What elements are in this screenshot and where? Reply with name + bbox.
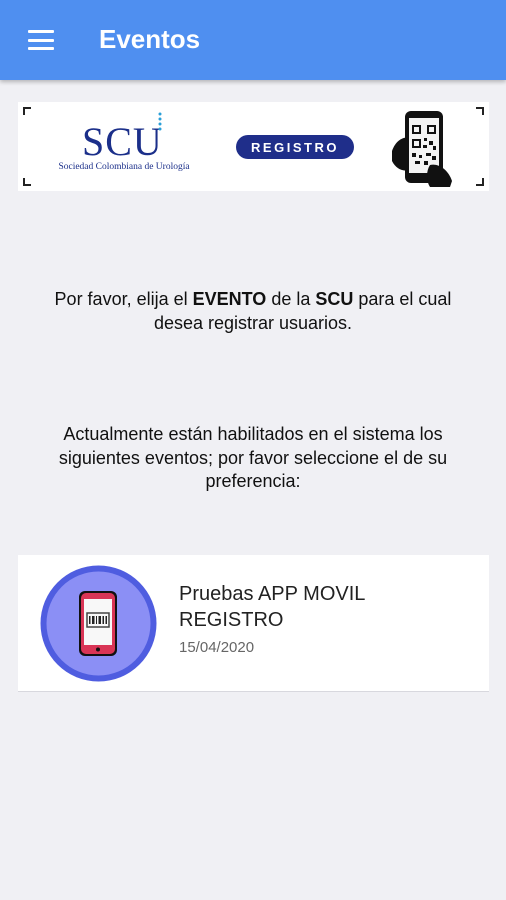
event-list-item[interactable]: Pruebas APP MOVIL REGISTRO 15/04/2020 [18,555,489,692]
info-message: Actualmente están habilitados en el sist… [58,424,448,491]
app-bar: Eventos [0,0,506,80]
scu-emphasis: SCU [315,289,354,309]
page-title: Eventos [99,24,201,54]
logo-dots-icon [158,112,162,131]
evento-emphasis: EVENTO [192,289,267,309]
intro-message: Por favor, elija el EVENTO de la SCU par… [54,289,452,333]
scu-logo-subtitle: Sociedad Colombiana de Urología [58,162,190,172]
scan-corner-icon [23,107,31,115]
scan-corner-icon [23,178,31,186]
scan-corner-icon [476,107,484,115]
event-date: 15/04/2020 [179,639,255,656]
scu-logo: SCU [82,119,163,164]
registro-badge: REGISTRO [236,135,354,159]
phone-qr-icon [392,111,452,187]
event-title: Pruebas APP MOVIL REGISTRO [179,583,365,631]
event-phone-icon [40,565,157,682]
menu-icon[interactable] [28,30,54,50]
scan-corner-icon [476,178,484,186]
scu-registro-banner: SCU Sociedad Colombiana de Urología REGI… [18,102,489,191]
